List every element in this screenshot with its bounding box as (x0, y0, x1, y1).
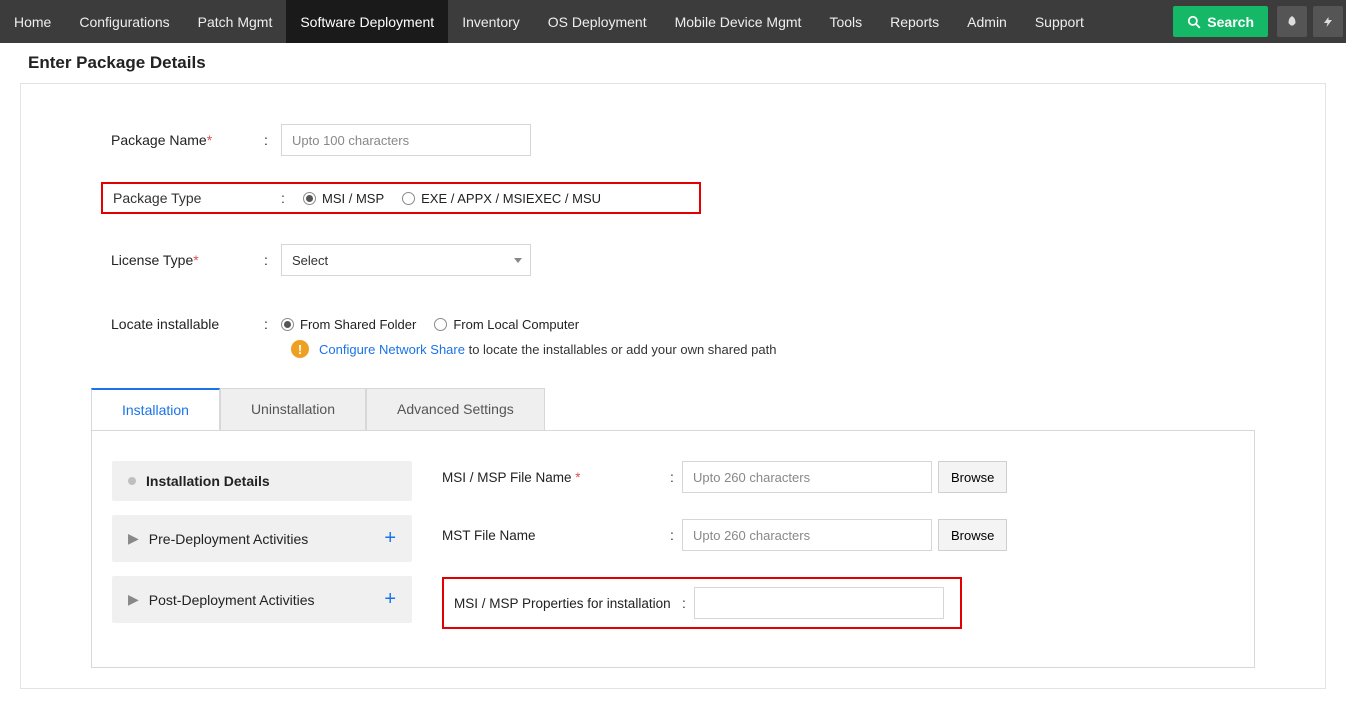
msi-props-input[interactable] (694, 587, 944, 619)
radio-checked-icon (303, 192, 316, 205)
plus-icon[interactable]: + (384, 588, 396, 611)
locate-hint-text: to locate the installables or add your o… (469, 342, 777, 357)
mst-file-label: MST File Name (442, 528, 662, 543)
mst-file-browse-button[interactable]: Browse (938, 519, 1007, 551)
side-post-deployment[interactable]: ▶Post-Deployment Activities + (112, 576, 412, 623)
tab-body: Installation Details ▶Pre-Deployment Act… (91, 431, 1255, 668)
package-type-exe-radio[interactable]: EXE / APPX / MSIEXEC / MSU (402, 191, 601, 206)
search-button[interactable]: Search (1173, 6, 1268, 37)
tabs: Installation Uninstallation Advanced Set… (91, 388, 1255, 431)
nav-support[interactable]: Support (1021, 0, 1098, 43)
package-type-label: Package Type (113, 190, 263, 206)
package-type-highlight: Package Type : MSI / MSP EXE / APPX / MS… (101, 182, 701, 214)
bullet-icon (128, 477, 136, 485)
top-nav: Home Configurations Patch Mgmt Software … (0, 0, 1346, 43)
nav-tools[interactable]: Tools (815, 0, 876, 43)
search-label: Search (1207, 14, 1254, 30)
bolt-icon (1322, 15, 1334, 29)
nav-admin[interactable]: Admin (953, 0, 1021, 43)
side-pre-deployment[interactable]: ▶Pre-Deployment Activities + (112, 515, 412, 562)
license-type-label: License Type* (51, 252, 251, 268)
mst-file-input[interactable] (682, 519, 932, 551)
page-title: Enter Package Details (0, 43, 1346, 83)
locate-shared-radio[interactable]: From Shared Folder (281, 317, 416, 332)
license-type-select[interactable]: Select (281, 244, 531, 276)
rocket-icon-button[interactable] (1277, 6, 1307, 37)
nav-home[interactable]: Home (0, 0, 65, 43)
detail-form: MSI / MSP File Name * : Browse MST File … (442, 461, 1234, 629)
search-icon (1187, 15, 1201, 29)
msi-file-input[interactable] (682, 461, 932, 493)
nav-reports[interactable]: Reports (876, 0, 953, 43)
tab-advanced-settings[interactable]: Advanced Settings (366, 388, 545, 430)
nav-configurations[interactable]: Configurations (65, 0, 183, 43)
warning-icon: ! (291, 340, 309, 358)
license-type-value: Select (292, 253, 328, 268)
locate-installable-label: Locate installable (51, 316, 251, 332)
package-name-label: Package Name* (51, 132, 251, 148)
side-list: Installation Details ▶Pre-Deployment Act… (112, 461, 412, 637)
tab-installation[interactable]: Installation (91, 388, 220, 430)
form-panel: Package Name* : Package Type : MSI / MSP… (20, 83, 1326, 689)
bolt-icon-button[interactable] (1313, 6, 1343, 37)
msi-file-label: MSI / MSP File Name * (442, 470, 662, 485)
radio-unchecked-icon (434, 318, 447, 331)
msi-file-browse-button[interactable]: Browse (938, 461, 1007, 493)
side-installation-details[interactable]: Installation Details (112, 461, 412, 501)
chevron-down-icon (514, 258, 522, 263)
rocket-icon (1285, 15, 1299, 29)
nav-os-deployment[interactable]: OS Deployment (534, 0, 661, 43)
radio-unchecked-icon (402, 192, 415, 205)
plus-icon[interactable]: + (384, 527, 396, 550)
arrow-right-icon: ▶ (128, 591, 139, 608)
arrow-right-icon: ▶ (128, 530, 139, 547)
nav-inventory[interactable]: Inventory (448, 0, 534, 43)
msi-props-highlight: MSI / MSP Properties for installation : (442, 577, 962, 629)
package-name-input[interactable] (281, 124, 531, 156)
package-type-msi-radio[interactable]: MSI / MSP (303, 191, 384, 206)
locate-local-radio[interactable]: From Local Computer (434, 317, 579, 332)
nav-software-deployment[interactable]: Software Deployment (286, 0, 448, 43)
tab-uninstallation[interactable]: Uninstallation (220, 388, 366, 430)
nav-mdm[interactable]: Mobile Device Mgmt (661, 0, 816, 43)
radio-checked-icon (281, 318, 294, 331)
nav-patch-mgmt[interactable]: Patch Mgmt (184, 0, 287, 43)
configure-network-share-link[interactable]: Configure Network Share (319, 342, 465, 357)
msi-props-label: MSI / MSP Properties for installation (454, 596, 674, 611)
